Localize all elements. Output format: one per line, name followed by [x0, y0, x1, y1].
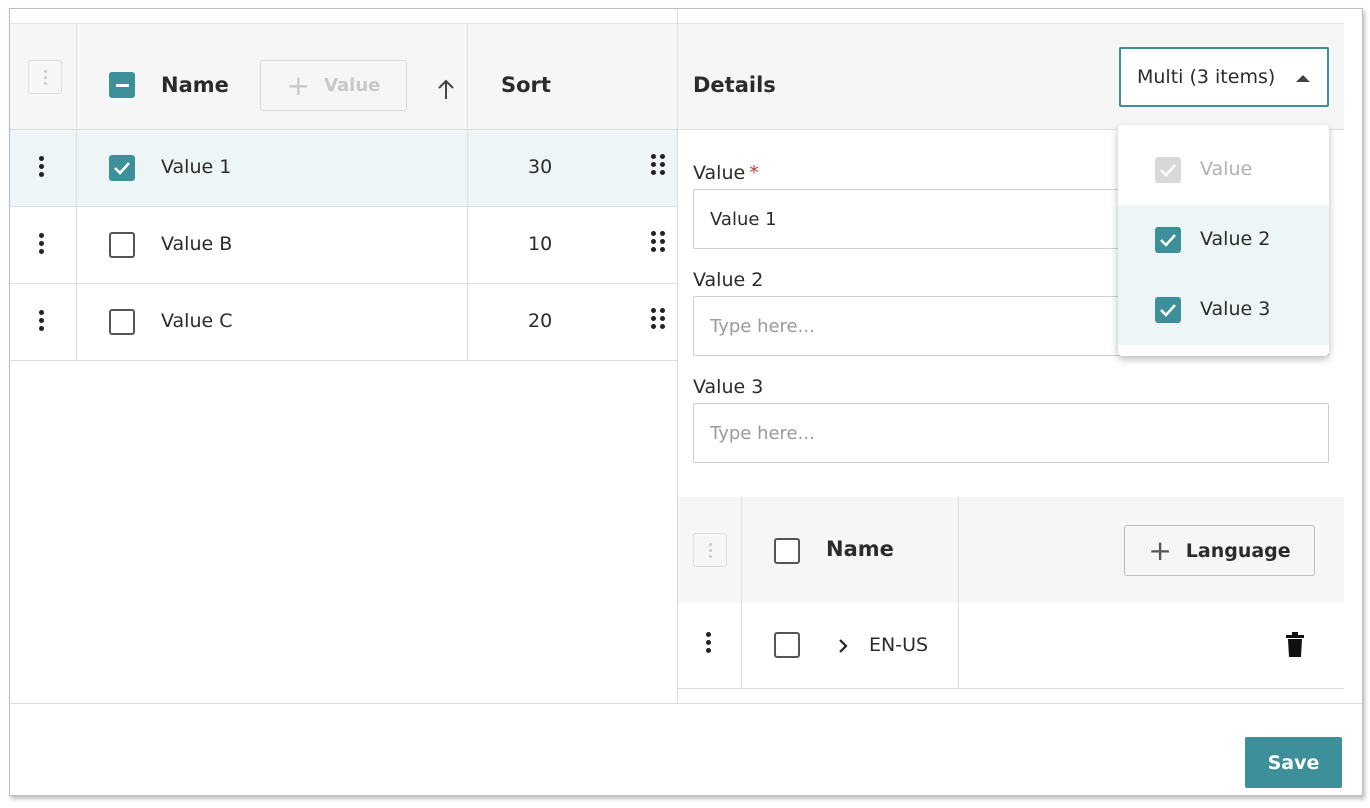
caret-up-icon — [1296, 75, 1310, 82]
row-menu-icon[interactable] — [706, 632, 711, 653]
details-header: Details Multi (3 items) — [678, 23, 1344, 130]
sort-ascending-icon[interactable] — [436, 78, 456, 100]
kebab-icon — [43, 69, 47, 85]
dropdown-option: Value — [1118, 135, 1329, 205]
row-menu-icon[interactable] — [39, 233, 44, 254]
language-multiselect[interactable]: Multi (3 items) — [1119, 47, 1329, 107]
chevron-right-icon[interactable] — [837, 638, 849, 654]
value2-field-label: Value 2 — [693, 269, 764, 291]
details-panel: Details Multi (3 items) Value* Value 2 V… — [678, 9, 1362, 703]
value3-field-label: Value 3 — [693, 376, 764, 398]
multiselect-dropdown: Value Value 2 Value 3 — [1118, 125, 1329, 356]
row-checkbox[interactable] — [109, 155, 135, 181]
dropdown-option[interactable]: Value 2 — [1118, 205, 1329, 275]
row-checkbox[interactable] — [109, 232, 135, 258]
row-sort: 20 — [528, 310, 553, 332]
languages-grid-header: Name + Language — [678, 497, 1344, 603]
check-icon — [114, 162, 130, 175]
language-code: EN-US — [869, 634, 929, 656]
row-checkbox[interactable] — [109, 309, 135, 335]
option-checkbox[interactable] — [1155, 227, 1181, 253]
select-all-languages-checkbox[interactable] — [774, 538, 800, 564]
row-sort: 10 — [528, 233, 553, 255]
sort-column-header: Sort — [501, 73, 551, 97]
table-row[interactable]: Value C 20 — [10, 284, 677, 361]
table-row[interactable]: Value B 10 — [10, 207, 677, 284]
option-checkbox[interactable] — [1155, 297, 1181, 323]
row-name: Value C — [161, 310, 233, 332]
add-value-label: Value — [324, 75, 381, 96]
drag-handle-icon[interactable] — [651, 308, 665, 329]
select-all-checkbox[interactable] — [109, 72, 135, 98]
header-drag-handle — [693, 533, 727, 567]
plus-icon: + — [1148, 533, 1172, 567]
check-icon — [1160, 304, 1176, 317]
drag-handle-icon[interactable] — [651, 231, 665, 252]
option-checkbox — [1155, 157, 1181, 183]
values-grid-header: Name + Value Sort — [10, 23, 677, 130]
table-row[interactable]: Value 1 30 — [10, 130, 677, 207]
dropdown-option[interactable]: Value 3 — [1118, 275, 1329, 345]
row-menu-icon[interactable] — [39, 310, 44, 331]
add-language-label: Language — [1185, 539, 1291, 562]
plus-icon: + — [286, 68, 311, 102]
drag-handle-icon[interactable] — [651, 154, 665, 175]
details-title: Details — [693, 73, 776, 97]
editor-window: Name + Value Sort Value 1 30 Value B 10 … — [9, 8, 1363, 796]
footer-bar: Save — [10, 703, 1362, 795]
name-column-header: Name — [161, 73, 229, 97]
languages-name-header: Name — [826, 537, 894, 561]
save-button[interactable]: Save — [1245, 737, 1342, 788]
value-field-label: Value * — [693, 162, 759, 184]
check-icon — [1160, 164, 1176, 177]
option-label: Value — [1200, 158, 1253, 180]
kebab-icon — [708, 542, 712, 558]
check-icon — [1160, 234, 1176, 247]
row-name: Value B — [161, 233, 233, 255]
header-drag-handle — [28, 60, 62, 94]
trash-icon[interactable] — [1285, 632, 1305, 658]
language-row[interactable]: EN-US — [678, 603, 1344, 689]
row-menu-icon[interactable] — [39, 156, 44, 177]
required-asterisk: * — [749, 162, 759, 184]
multiselect-value: Multi (3 items) — [1137, 66, 1276, 88]
value3-field[interactable] — [693, 403, 1329, 463]
add-value-button[interactable]: + Value — [260, 60, 407, 111]
option-label: Value 3 — [1200, 298, 1271, 320]
add-language-button[interactable]: + Language — [1124, 525, 1315, 576]
option-label: Value 2 — [1200, 228, 1271, 250]
values-grid: Name + Value Sort Value 1 30 Value B 10 … — [10, 9, 678, 703]
row-sort: 30 — [528, 156, 553, 178]
language-row-checkbox[interactable] — [774, 632, 800, 658]
row-name: Value 1 — [161, 156, 232, 178]
